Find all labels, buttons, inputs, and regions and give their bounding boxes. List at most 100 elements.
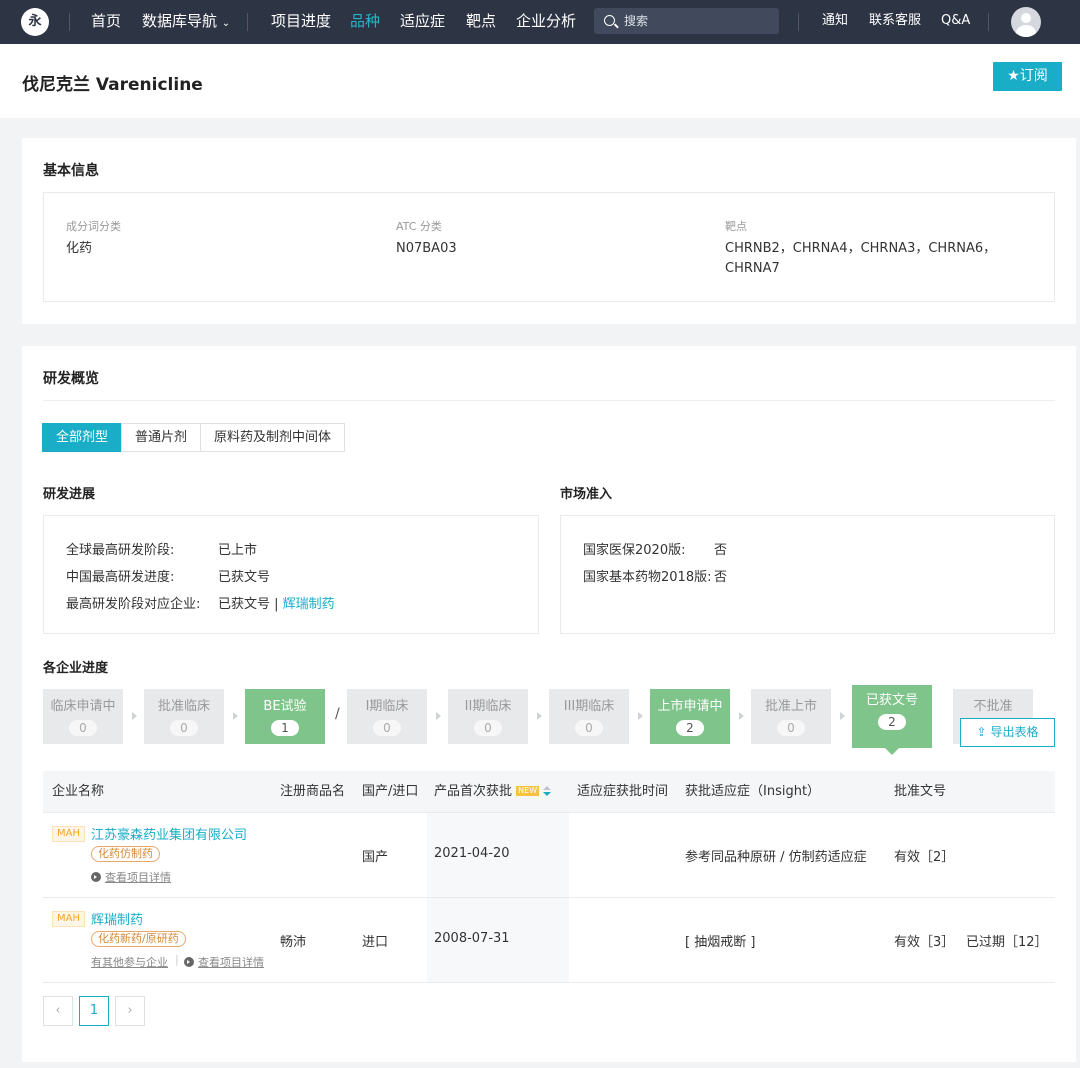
view-detail-link[interactable]: 查看项目详情 — [91, 869, 171, 885]
stage-name: BE试验 — [263, 699, 307, 714]
progress-global-label: 全球最高研发阶段: — [66, 543, 175, 558]
stage-count: 1 — [271, 720, 299, 736]
dosage-tabs: 全部剂型 普通片剂 原料药及制剂中间体 — [42, 423, 346, 452]
nav-item-variety[interactable]: 品种 — [350, 0, 380, 44]
rd-overview-card: 研发概览 全部剂型 普通片剂 原料药及制剂中间体 研发进展 市场准入 全球最高研… — [22, 346, 1076, 1062]
arrow-circle-icon — [184, 957, 194, 967]
nav-qa[interactable]: Q&A — [941, 0, 970, 44]
stage-count: 2 — [676, 720, 704, 736]
divider: | — [175, 953, 179, 966]
th-indication[interactable]: 获批适应症（Insight） — [685, 771, 820, 813]
th-indication-time[interactable]: 适应症获批时间 — [577, 771, 668, 813]
company-link[interactable]: 江苏豪森药业集团有限公司 — [91, 824, 247, 843]
drug-type-tag: 化药仿制药 — [91, 846, 160, 862]
stage-count: 2 — [878, 714, 906, 730]
market-nrdl-label: 国家医保2020版: — [583, 543, 686, 558]
mah-badge: MAH — [52, 911, 85, 927]
search-input[interactable]: 搜索 — [594, 8, 779, 34]
nav-item-company-analysis[interactable]: 企业分析 — [516, 0, 576, 44]
view-detail-label: 查看项目详情 — [105, 871, 171, 884]
new-badge: NEW — [516, 786, 540, 796]
table-row: MAH 江苏豪森药业集团有限公司 化药仿制药 查看项目详情 国产 2021-04… — [43, 813, 1055, 898]
page-header: 伐尼克兰 Varenicline ★订阅 — [0, 44, 1080, 118]
stage-clinical-application[interactable]: 临床申请中 0 — [43, 689, 123, 744]
prev-page-button[interactable]: ‹ — [43, 996, 73, 1026]
next-page-button[interactable]: › — [115, 996, 145, 1026]
divider — [988, 13, 989, 31]
stage-approved-market[interactable]: 批准上市 0 — [751, 689, 831, 744]
stage-approval-number[interactable]: 已获文号 2 — [852, 685, 932, 755]
chevron-down-icon: ⌄ — [221, 18, 231, 29]
stage-count: 0 — [170, 720, 198, 736]
th-first-approval[interactable]: 产品首次获批 NEW — [434, 771, 552, 813]
nav-item-indication[interactable]: 适应症 — [400, 0, 445, 44]
export-label: 导出表格 — [990, 725, 1039, 739]
progress-china-label: 中国最高研发进度: — [66, 570, 175, 585]
th-first-approval-label: 产品首次获批 — [434, 784, 513, 799]
market-essential-label: 国家基本药物2018版: — [583, 570, 712, 585]
rd-progress-title: 研发进展 — [43, 487, 96, 502]
th-origin[interactable]: 国产/进口 — [362, 771, 418, 813]
arrow-icon — [436, 712, 441, 720]
field-value-target-line1: CHRNB2，CHRNA4，CHRNA3，CHRNA6， — [725, 241, 997, 256]
rd-progress-box: 全球最高研发阶段: 已上市 中国最高研发进度: 已获文号 最高研发阶段对应企业:… — [43, 515, 539, 634]
company-link[interactable]: 辉瑞制药 — [91, 909, 143, 928]
avatar[interactable] — [1011, 7, 1041, 37]
arrow-circle-icon — [91, 872, 101, 882]
page-1-button[interactable]: 1 — [79, 996, 109, 1026]
nav-customer-service[interactable]: 联系客服 — [869, 0, 921, 44]
stage-count: 0 — [373, 720, 401, 736]
indication-link[interactable]: [ 抽烟戒断 ] — [685, 931, 755, 950]
field-label-target: 靶点 — [725, 220, 747, 233]
arrow-icon — [132, 712, 137, 720]
stage-count: 0 — [69, 720, 97, 736]
stage-phase-3[interactable]: III期临床 0 — [549, 689, 629, 744]
approval-expired-link[interactable]: 已过期［12］ — [966, 931, 1048, 950]
arrow-icon — [739, 712, 744, 720]
nav-notifications[interactable]: 通知 — [822, 0, 848, 44]
basic-info-title: 基本信息 — [43, 163, 99, 179]
arrow-icon — [233, 712, 238, 720]
sort-icon[interactable] — [543, 786, 552, 796]
export-table-button[interactable]: ⇪ 导出表格 — [960, 718, 1055, 747]
progress-company-status: 已获文号 | — [218, 597, 283, 612]
nav-item-progress[interactable]: 项目进度 — [271, 0, 331, 44]
rd-overview-title: 研发概览 — [43, 371, 99, 387]
origin-cell: 国产 — [362, 850, 389, 865]
nav-item-database[interactable]: 数据库导航 ⌄ — [142, 0, 230, 44]
tab-api-intermediate[interactable]: 原料药及制剂中间体 — [200, 423, 346, 452]
market-essential-value: 否 — [714, 570, 728, 585]
stage-nda-pending[interactable]: 上市申请中 2 — [650, 689, 730, 744]
progress-global-value: 已上市 — [218, 543, 258, 558]
field-value-target-line2: CHRNA7 — [725, 261, 780, 276]
stage-name: 已获文号 — [865, 693, 918, 708]
arrow-icon — [840, 712, 845, 720]
stage-phase-1[interactable]: I期临床 0 — [347, 689, 427, 744]
market-access-title: 市场准入 — [560, 487, 613, 502]
view-detail-link[interactable]: 查看项目详情 — [184, 954, 264, 970]
tab-tablet[interactable]: 普通片剂 — [121, 423, 202, 452]
approval-valid-link[interactable]: 有效［2］ — [894, 846, 954, 865]
tab-all-dosage[interactable]: 全部剂型 — [42, 423, 123, 452]
subscribe-button[interactable]: ★订阅 — [993, 62, 1062, 91]
nav-item-home[interactable]: 首页 — [91, 0, 121, 44]
date-cell: 2021-04-20 — [434, 846, 510, 861]
market-access-box: 国家医保2020版: 否 国家基本药物2018版: 否 — [560, 515, 1055, 634]
th-approval-number[interactable]: 批准文号 — [894, 771, 946, 813]
th-company[interactable]: 企业名称 — [52, 771, 104, 813]
other-companies-link[interactable]: 有其他参与企业 — [91, 954, 168, 970]
table-row: MAH 辉瑞制药 化药新药/原研药 有其他参与企业 | 查看项目详情 畅沛 进口… — [43, 898, 1055, 983]
stage-count: 0 — [777, 720, 805, 736]
logo-icon[interactable]: 永 — [21, 8, 49, 36]
progress-company-link[interactable]: 辉瑞制药 — [283, 597, 335, 612]
stage-name: I期临床 — [365, 699, 409, 714]
nav-item-target[interactable]: 靶点 — [466, 0, 496, 44]
view-detail-label: 查看项目详情 — [198, 956, 264, 969]
approval-valid-link[interactable]: 有效［3］ — [894, 931, 954, 950]
page-title: 伐尼克兰 Varenicline — [22, 75, 203, 95]
th-brand[interactable]: 注册商品名 — [280, 771, 345, 813]
brand-cell: 畅沛 — [280, 935, 307, 950]
stage-phase-2[interactable]: II期临床 0 — [448, 689, 528, 744]
stage-clinical-approved[interactable]: 批准临床 0 — [144, 689, 224, 744]
stage-be-trial[interactable]: BE试验 1 — [245, 689, 325, 744]
